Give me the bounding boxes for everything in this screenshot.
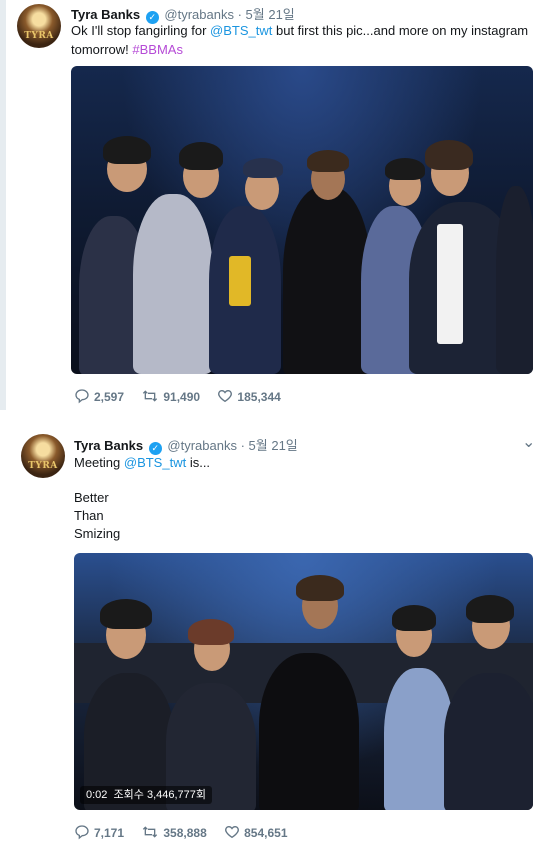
photo-figure-hair xyxy=(307,150,349,172)
tweet-text: Ok I'll stop fangirling for @BTS_twt but… xyxy=(71,21,531,59)
retweet-count: 358,888 xyxy=(163,826,207,840)
retweet-button[interactable]: 91,490 xyxy=(141,388,200,404)
reply-count: 7,171 xyxy=(94,826,125,840)
reply-icon xyxy=(75,389,89,404)
like-count: 854,651 xyxy=(244,826,288,840)
author-name[interactable]: Tyra Banks xyxy=(74,438,143,453)
chevron-down-icon[interactable]: ⌄ xyxy=(522,432,535,452)
like-button[interactable]: 185,344 xyxy=(217,388,281,404)
tweet-actions: 7,171 358,888 854,651 xyxy=(74,824,302,840)
video-figure-hair xyxy=(188,619,234,645)
photo-figure-hair xyxy=(425,140,473,170)
photo-figure-shirt xyxy=(229,256,251,306)
photo-figure xyxy=(496,186,533,374)
tweet-line: Better xyxy=(74,490,109,505)
video-views: 조회수 3,446,777회 xyxy=(113,789,207,801)
photo-figure xyxy=(133,194,213,374)
retweet-button[interactable]: 358,888 xyxy=(141,824,207,840)
video-time: 0:02 xyxy=(86,789,108,801)
video-figure-hair xyxy=(296,575,344,601)
reply-count: 2,597 xyxy=(94,390,125,404)
reply-icon xyxy=(75,825,89,840)
photo-figure-hair xyxy=(179,142,223,170)
heart-icon xyxy=(218,389,233,403)
photo-figure-hair xyxy=(103,136,151,164)
tweet-header: Tyra Banks ✓ @tyrabanks · 5월 21일 xyxy=(74,435,298,455)
reply-button[interactable]: 7,171 xyxy=(74,824,124,840)
video-figure xyxy=(259,653,359,810)
avatar[interactable]: TYRA xyxy=(17,4,61,48)
video-figure-hair xyxy=(466,595,514,623)
video-figure-hair xyxy=(100,599,152,629)
text-span: Ok I'll stop fangirling for xyxy=(71,23,211,38)
separator: · xyxy=(240,438,245,453)
tweet-video[interactable]: 0:02 조회수 3,446,777회 xyxy=(74,553,533,810)
like-button[interactable]: 854,651 xyxy=(224,824,288,840)
separator: · xyxy=(237,7,242,22)
video-badge: 0:02 조회수 3,446,777회 xyxy=(80,786,213,804)
retweet-icon xyxy=(143,826,158,838)
avatar[interactable]: TYRA xyxy=(21,434,65,478)
tweet-divider xyxy=(0,410,540,428)
author-name[interactable]: Tyra Banks xyxy=(71,7,140,22)
retweet-count: 91,490 xyxy=(163,390,201,404)
tweet[interactable]: TYRA Tyra Banks ✓ @tyrabanks · 5월 21일 ⌄ … xyxy=(0,428,540,845)
retweet-icon xyxy=(143,390,158,402)
tweet-photo[interactable] xyxy=(71,66,533,374)
tweet-text: Meeting @BTS_twt is... xyxy=(74,453,524,472)
video-figure-hair xyxy=(392,605,436,631)
tweet-actions: 2,597 91,490 185,344 xyxy=(74,388,295,404)
photo-figure-shirt xyxy=(437,224,463,344)
tweet-date[interactable]: 5월 21일 xyxy=(246,7,295,22)
reply-button[interactable]: 2,597 xyxy=(74,388,124,404)
text-span: is... xyxy=(186,455,211,470)
hashtag-link[interactable]: #BBMAs xyxy=(132,42,183,57)
author-handle[interactable]: @tyrabanks xyxy=(167,438,237,453)
tweet[interactable]: TYRA Tyra Banks ✓ @tyrabanks · 5월 21일 Ok… xyxy=(0,0,540,410)
author-handle[interactable]: @tyrabanks xyxy=(164,7,234,22)
tweet-line: Than xyxy=(74,508,104,523)
photo-figure-cap xyxy=(243,158,283,178)
mention-link[interactable]: @BTS_twt xyxy=(124,455,186,470)
like-count: 185,344 xyxy=(237,390,281,404)
mention-link[interactable]: @BTS_twt xyxy=(210,23,272,38)
photo-figure-hair xyxy=(385,158,425,180)
photo-figure xyxy=(283,186,371,374)
tweet-line: Smizing xyxy=(74,526,121,541)
video-figure xyxy=(444,673,533,810)
tweet-date[interactable]: 5월 21일 xyxy=(249,438,298,453)
heart-icon xyxy=(225,825,240,839)
text-span: Meeting xyxy=(74,455,124,470)
